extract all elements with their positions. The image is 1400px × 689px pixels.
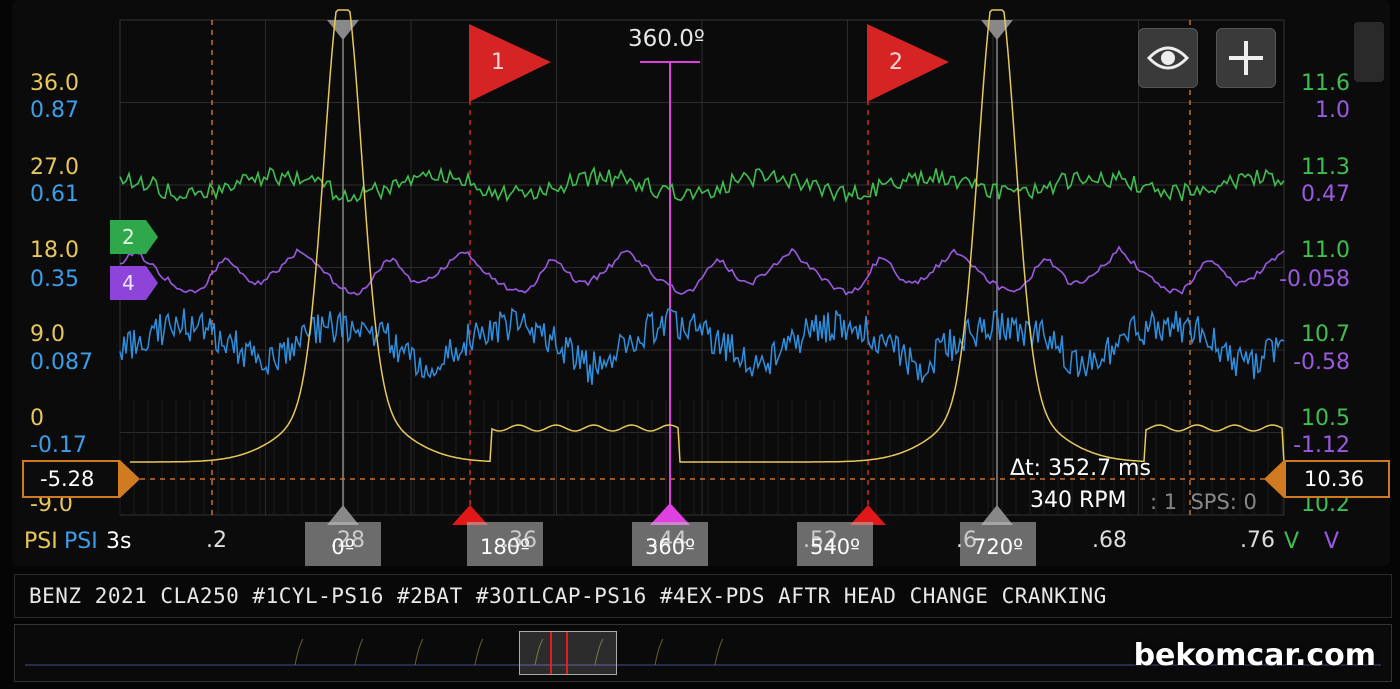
watermark: bekomcar.com	[1133, 638, 1376, 673]
crank-degree-label[interactable]: 180º	[467, 522, 543, 566]
plus-icon	[1229, 41, 1263, 75]
sps-readout: : 1 SPS: 0	[1150, 490, 1257, 514]
right-axis-purple-label: -0.58	[1293, 350, 1350, 375]
right-cursor-value: 10.36	[1304, 467, 1365, 491]
left-cursor-value-box[interactable]: -5.28	[22, 460, 142, 498]
crank-degree-label[interactable]: 0º	[305, 522, 381, 566]
left-axis-blue-label: -0.17	[30, 433, 87, 458]
flag-2-label: 2	[889, 50, 903, 75]
left-axis-psi-label: 9.0	[30, 322, 65, 347]
channel-4-marker[interactable]: 4	[110, 266, 158, 300]
time-tick-label: .68	[1092, 528, 1127, 553]
left-axis-psi-label: 36.0	[30, 71, 79, 96]
channel-2-marker[interactable]: 2	[110, 220, 158, 254]
right-cursor-value-box[interactable]: 10.36	[1264, 460, 1390, 498]
unit-label-psi: PSI	[24, 529, 58, 554]
flag-1-label: 1	[491, 50, 505, 75]
left-axis-blue-label: 0.35	[30, 267, 79, 292]
channel-2-label: 2	[122, 225, 135, 249]
right-axis-purple-label: -0.058	[1279, 267, 1350, 292]
right-axis-green-label: 11.6	[1301, 71, 1350, 96]
delta-time-readout: Δt: 352.7 ms	[1010, 456, 1151, 481]
overview-window[interactable]	[519, 631, 617, 675]
center-cursor-label: 360.0º	[628, 26, 705, 52]
right-axis-purple-label: 0.47	[1301, 182, 1350, 207]
left-cursor-value: -5.28	[40, 467, 95, 491]
right-axis-green-label: 10.5	[1301, 406, 1350, 431]
left-axis-psi-label: 18.0	[30, 238, 79, 263]
cursor-flag-1[interactable]: 1	[469, 24, 553, 104]
unit-label-v-green: V	[1284, 529, 1300, 554]
rpm-readout: 340 RPM	[1030, 488, 1127, 513]
right-axis-green-label: 11.0	[1301, 238, 1350, 263]
oscilloscope-view[interactable]: 36.0 27.0 18.0 9.0 0 -9.0 0.87 0.61 0.35 0.087 -0.…	[0, 0, 1400, 689]
crank-degree-label[interactable]: 720º	[960, 522, 1036, 566]
add-button[interactable]	[1216, 28, 1276, 88]
right-axis-purple-label: 1.0	[1315, 98, 1350, 123]
timebase-label[interactable]: 3s	[106, 529, 131, 554]
left-axis-blue-label: 0.87	[30, 98, 79, 123]
crank-degree-label[interactable]: 540º	[797, 522, 873, 566]
visibility-button[interactable]	[1138, 28, 1198, 88]
crank-degree-label[interactable]: 360º	[632, 522, 708, 566]
cursor-flag-2[interactable]: 2	[867, 24, 951, 104]
left-axis-psi-label: 27.0	[30, 155, 79, 180]
capture-description: BENZ 2021 CLA250 #1CYL-PS16 #2BAT #3OILC…	[14, 574, 1392, 618]
left-axis-psi-label: 0	[30, 406, 44, 431]
unit-label-psi-blue: PSI	[64, 529, 98, 554]
time-tick-label: .2	[206, 528, 227, 553]
right-axis-green-label: 11.3	[1301, 155, 1350, 180]
unit-label-v-purple: V	[1324, 529, 1340, 554]
eye-icon	[1146, 46, 1190, 70]
channel-4-label: 4	[122, 271, 135, 295]
right-axis-purple-label: -1.12	[1293, 433, 1350, 458]
time-tick-label: .76	[1240, 528, 1275, 553]
left-axis-blue-label: 0.087	[30, 350, 93, 375]
right-axis-green-label: 10.7	[1301, 322, 1350, 347]
left-axis-blue-label: 0.61	[30, 182, 79, 207]
side-panel-handle[interactable]	[1354, 22, 1384, 82]
